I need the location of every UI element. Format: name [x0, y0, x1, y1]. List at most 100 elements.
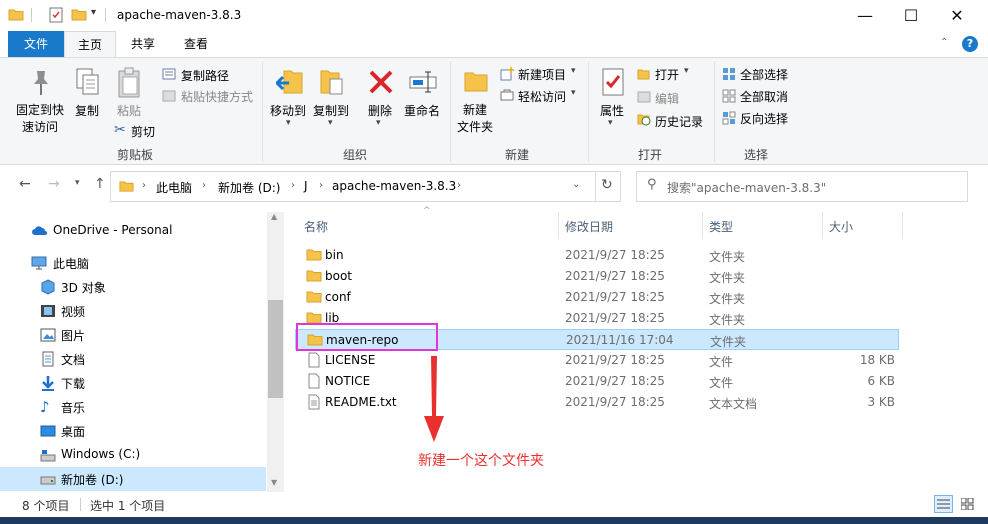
item-count: 8 个项目: [22, 499, 70, 513]
breadcrumb-j[interactable]: J: [304, 179, 308, 193]
delete-dropdown-icon[interactable]: ▾: [376, 118, 381, 128]
new-item-dropdown-icon[interactable]: ▾: [571, 66, 576, 76]
folder-icon: [306, 291, 322, 303]
file-name: bin: [325, 248, 344, 262]
move-to-button[interactable]: 移动到: [270, 102, 306, 119]
properties-dropdown-icon[interactable]: ▾: [608, 118, 613, 128]
up-arrow-icon[interactable]: ↑: [94, 176, 106, 192]
nav-item-this-pc[interactable]: 此电脑: [0, 251, 266, 275]
history-button[interactable]: 历史记录: [655, 113, 703, 130]
search-input[interactable]: 搜索"apache-maven-3.8.3": [667, 179, 826, 196]
breadcrumb-this-pc[interactable]: 此电脑: [156, 179, 192, 196]
easy-access-dropdown-icon[interactable]: ▾: [571, 88, 576, 98]
delete-button[interactable]: 删除: [368, 102, 392, 119]
back-arrow-icon[interactable]: ←: [19, 176, 31, 192]
invert-selection-button[interactable]: 反向选择: [740, 110, 788, 127]
file-row[interactable]: conf 2021/9/27 18:25 文件夹: [295, 287, 899, 308]
folder-icon: [306, 270, 322, 282]
new-item-icon: [500, 67, 514, 81]
tab-view[interactable]: 查看: [170, 31, 222, 57]
column-header-date[interactable]: 修改日期: [565, 218, 613, 235]
maximize-button[interactable]: ☐: [888, 0, 934, 31]
title-bar: ▾ apache-maven-3.8.3 — ☐ ✕: [0, 0, 988, 31]
paste-shortcut-button[interactable]: 粘贴快捷方式: [181, 88, 253, 105]
tab-home[interactable]: 主页: [64, 31, 116, 58]
highlight-box: [296, 323, 438, 351]
forward-arrow-icon[interactable]: →: [48, 176, 60, 192]
new-folder-button[interactable]: 新建 文件夹: [457, 102, 493, 136]
file-row[interactable]: README.txt 2021/9/27 18:25 文本文档 3 KB: [295, 392, 899, 413]
nav-item-drive-d[interactable]: 新加卷 (D:): [0, 467, 266, 491]
address-bar[interactable]: › 此电脑 › 新加卷 (D:) › J › apache-maven-3.8.…: [110, 171, 621, 202]
nav-item-windows-c[interactable]: Windows (C:): [0, 443, 266, 467]
search-box[interactable]: ⚲ 搜索"apache-maven-3.8.3": [636, 171, 968, 202]
nav-pane-scrollbar[interactable]: ▲ ▼: [267, 212, 284, 492]
copy-to-dropdown-icon[interactable]: ▾: [328, 118, 333, 128]
nav-item-music[interactable]: ♪ 音乐: [0, 395, 266, 419]
column-header-type[interactable]: 类型: [709, 218, 733, 235]
new-folder-icon: [464, 72, 488, 92]
file-row[interactable]: NOTICE 2021/9/27 18:25 文件 6 KB: [295, 371, 899, 392]
paste-icon: [118, 67, 140, 98]
nav-item-3d-objects[interactable]: 3D 对象: [0, 275, 266, 299]
paste-button[interactable]: 粘贴: [117, 102, 141, 119]
column-header-size[interactable]: 大小: [829, 218, 853, 235]
help-icon[interactable]: ?: [962, 36, 978, 52]
quick-access-dropdown-icon[interactable]: ▾: [91, 7, 96, 18]
select-all-button[interactable]: 全部选择: [740, 66, 788, 83]
ribbon-collapse-icon[interactable]: ⌃: [940, 37, 948, 48]
open-button[interactable]: 打开: [655, 66, 679, 83]
nav-item-downloads[interactable]: 下载: [0, 371, 266, 395]
pin-quick-access-button[interactable]: 固定到快 速访问: [16, 102, 64, 136]
file-name: boot: [325, 269, 353, 283]
column-header-name[interactable]: 名称: [304, 218, 328, 235]
properties-button[interactable]: 属性: [600, 102, 624, 119]
copy-to-button[interactable]: 复制到: [313, 102, 349, 119]
nav-item-videos[interactable]: 视频: [0, 299, 266, 323]
recent-locations-icon[interactable]: ▾: [75, 178, 80, 188]
properties-checkbox-icon[interactable]: [48, 7, 64, 23]
file-row[interactable]: bin 2021/9/27 18:25 文件夹: [295, 245, 899, 266]
cut-button[interactable]: 剪切: [131, 123, 155, 140]
select-all-icon: [723, 68, 735, 80]
nav-item-pictures[interactable]: 图片: [0, 323, 266, 347]
tab-file[interactable]: 文件: [8, 31, 64, 57]
annotation-text: 新建一个这个文件夹: [418, 453, 544, 469]
copy-path-button[interactable]: 复制路径: [181, 67, 229, 84]
scroll-up-icon[interactable]: ▲: [271, 212, 277, 221]
move-to-dropdown-icon[interactable]: ▾: [286, 118, 291, 128]
file-row[interactable]: LICENSE 2021/9/27 18:25 文件 18 KB: [295, 350, 899, 371]
tab-share[interactable]: 共享: [118, 31, 168, 57]
new-item-button[interactable]: 新建项目: [518, 66, 566, 83]
details-view-button[interactable]: [934, 495, 953, 513]
copy-to-icon: [320, 70, 343, 95]
breadcrumb-current[interactable]: apache-maven-3.8.3: [332, 179, 456, 193]
rename-button[interactable]: 重命名: [404, 102, 440, 119]
file-size: 18 KB: [859, 353, 895, 367]
edit-button[interactable]: 编辑: [655, 90, 679, 107]
new-folder-quick-icon[interactable]: [71, 7, 87, 23]
window-title: apache-maven-3.8.3: [117, 8, 242, 22]
large-icons-view-icon: [961, 498, 974, 510]
large-icons-view-button[interactable]: [958, 495, 977, 513]
breadcrumb-drive-d[interactable]: 新加卷 (D:): [218, 179, 280, 196]
scrollbar-thumb[interactable]: [268, 300, 283, 398]
file-row[interactable]: boot 2021/9/27 18:25 文件夹: [295, 266, 899, 287]
ribbon-separator: [588, 62, 589, 162]
open-dropdown-icon[interactable]: ▾: [684, 66, 689, 76]
nav-item-documents[interactable]: 文档: [0, 347, 266, 371]
close-button[interactable]: ✕: [934, 0, 980, 31]
scroll-down-icon[interactable]: ▼: [271, 478, 277, 487]
refresh-icon[interactable]: ↻: [601, 177, 613, 193]
nav-item-desktop[interactable]: 桌面: [0, 419, 266, 443]
nav-item-onedrive[interactable]: OneDrive - Personal: [0, 219, 266, 243]
easy-access-button[interactable]: 轻松访问: [518, 88, 566, 105]
address-history-dropdown-icon[interactable]: ⌄: [572, 179, 580, 190]
copy-button[interactable]: 复制: [75, 102, 99, 119]
file-date: 2021/11/16 17:04: [566, 333, 674, 347]
file-date: 2021/9/27 18:25: [565, 248, 665, 262]
onedrive-icon: [32, 226, 47, 235]
paste-shortcut-icon: [162, 90, 176, 102]
minimize-button[interactable]: —: [842, 0, 888, 31]
select-none-button[interactable]: 全部取消: [740, 88, 788, 105]
